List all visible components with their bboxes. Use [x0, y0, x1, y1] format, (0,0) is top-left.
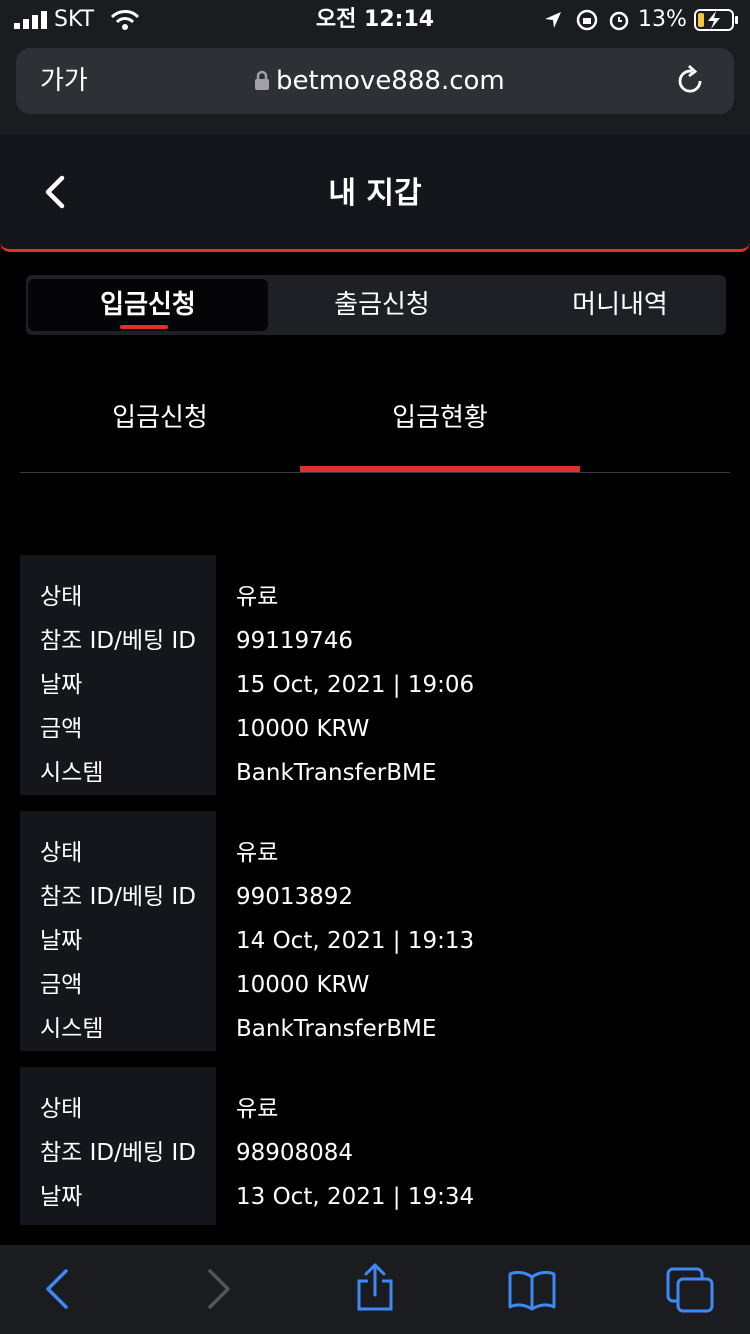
bookmarks-icon[interactable]: [506, 1269, 558, 1311]
reference-id-label: 참조 ID/베팅 ID: [40, 884, 196, 910]
status-label: 상태: [40, 840, 83, 866]
browser-toolbar: [0, 1245, 750, 1334]
tabs-icon[interactable]: [666, 1267, 714, 1313]
rotation-lock-icon: [576, 9, 598, 31]
tab-label: 입금신청: [100, 290, 196, 320]
amount-value: 10000 KRW: [236, 716, 370, 742]
url-text[interactable]: betmove888.com: [276, 48, 505, 114]
back-arrow-icon[interactable]: [40, 1267, 76, 1311]
tab-label: 머니내역: [572, 290, 668, 320]
system-label: 시스템: [40, 1016, 104, 1042]
system-value: BankTransferBME: [236, 760, 437, 786]
forward-arrow-icon[interactable]: [200, 1267, 236, 1311]
date-label: 날짜: [40, 1184, 83, 1210]
status-value: 유료: [236, 584, 279, 610]
date-value: 14 Oct, 2021 | 19:13: [236, 928, 475, 954]
reference-id-label: 참조 ID/베팅 ID: [40, 628, 196, 654]
active-subtab-indicator: [300, 466, 580, 472]
alarm-icon: [608, 8, 630, 32]
subtab-deposit-status[interactable]: 입금현황: [300, 380, 580, 470]
reference-id-value: 99013892: [236, 884, 354, 910]
deposit-card: 상태 유료 참조 ID/베팅 ID 99119746 날짜 15 Oct, 20…: [20, 555, 730, 795]
system-value: BankTransferBME: [236, 1016, 437, 1042]
subtab-divider: [20, 472, 730, 473]
date-label: 날짜: [40, 672, 83, 698]
reference-id-label: 참조 ID/베팅 ID: [40, 1140, 196, 1166]
wallet-tabs: 입금신청 출금신청 머니내역: [26, 275, 726, 335]
page-title: 내 지갑: [328, 176, 422, 211]
status-label: 상태: [40, 584, 83, 610]
status-value: 유료: [236, 1096, 279, 1122]
amount-label: 금액: [40, 716, 83, 742]
tab-withdraw-request[interactable]: 출금신청: [266, 275, 498, 335]
subtab-label: 입금현황: [392, 403, 488, 433]
tab-money-history[interactable]: 머니내역: [502, 275, 738, 335]
battery-percent: 13%: [638, 7, 687, 32]
tab-deposit-request[interactable]: 입금신청: [28, 279, 268, 331]
subtab-deposit-request[interactable]: 입금신청: [20, 380, 300, 470]
location-icon: [543, 10, 563, 30]
subtab-label: 입금신청: [112, 403, 208, 433]
tab-label: 출금신청: [334, 290, 430, 320]
reference-id-value: 98908084: [236, 1140, 354, 1166]
status-value: 유료: [236, 840, 279, 866]
battery-charging-icon: [694, 8, 740, 32]
reference-id-value: 99119746: [236, 628, 354, 654]
text-size-button[interactable]: 가가: [40, 48, 88, 114]
browser-bar: 가가 betmove888.com: [0, 40, 750, 134]
status-bar: SKT 오전 12:14 13%: [0, 0, 750, 40]
amount-value: 10000 KRW: [236, 972, 370, 998]
reload-icon[interactable]: [674, 64, 706, 97]
lock-icon: [254, 70, 270, 90]
date-value: 15 Oct, 2021 | 19:06: [236, 672, 475, 698]
system-label: 시스템: [40, 760, 104, 786]
date-label: 날짜: [40, 928, 83, 954]
amount-label: 금액: [40, 972, 83, 998]
share-icon[interactable]: [354, 1261, 396, 1313]
deposit-card: 상태 유료 참조 ID/베팅 ID 98908084 날짜 13 Oct, 20…: [20, 1067, 730, 1225]
status-label: 상태: [40, 1096, 83, 1122]
address-bar[interactable]: 가가 betmove888.com: [16, 48, 734, 114]
active-tab-indicator: [120, 325, 168, 329]
deposit-card: 상태 유료 참조 ID/베팅 ID 99013892 날짜 14 Oct, 20…: [20, 811, 730, 1051]
app-header: 내 지갑: [0, 134, 750, 252]
date-value: 13 Oct, 2021 | 19:34: [236, 1184, 475, 1210]
